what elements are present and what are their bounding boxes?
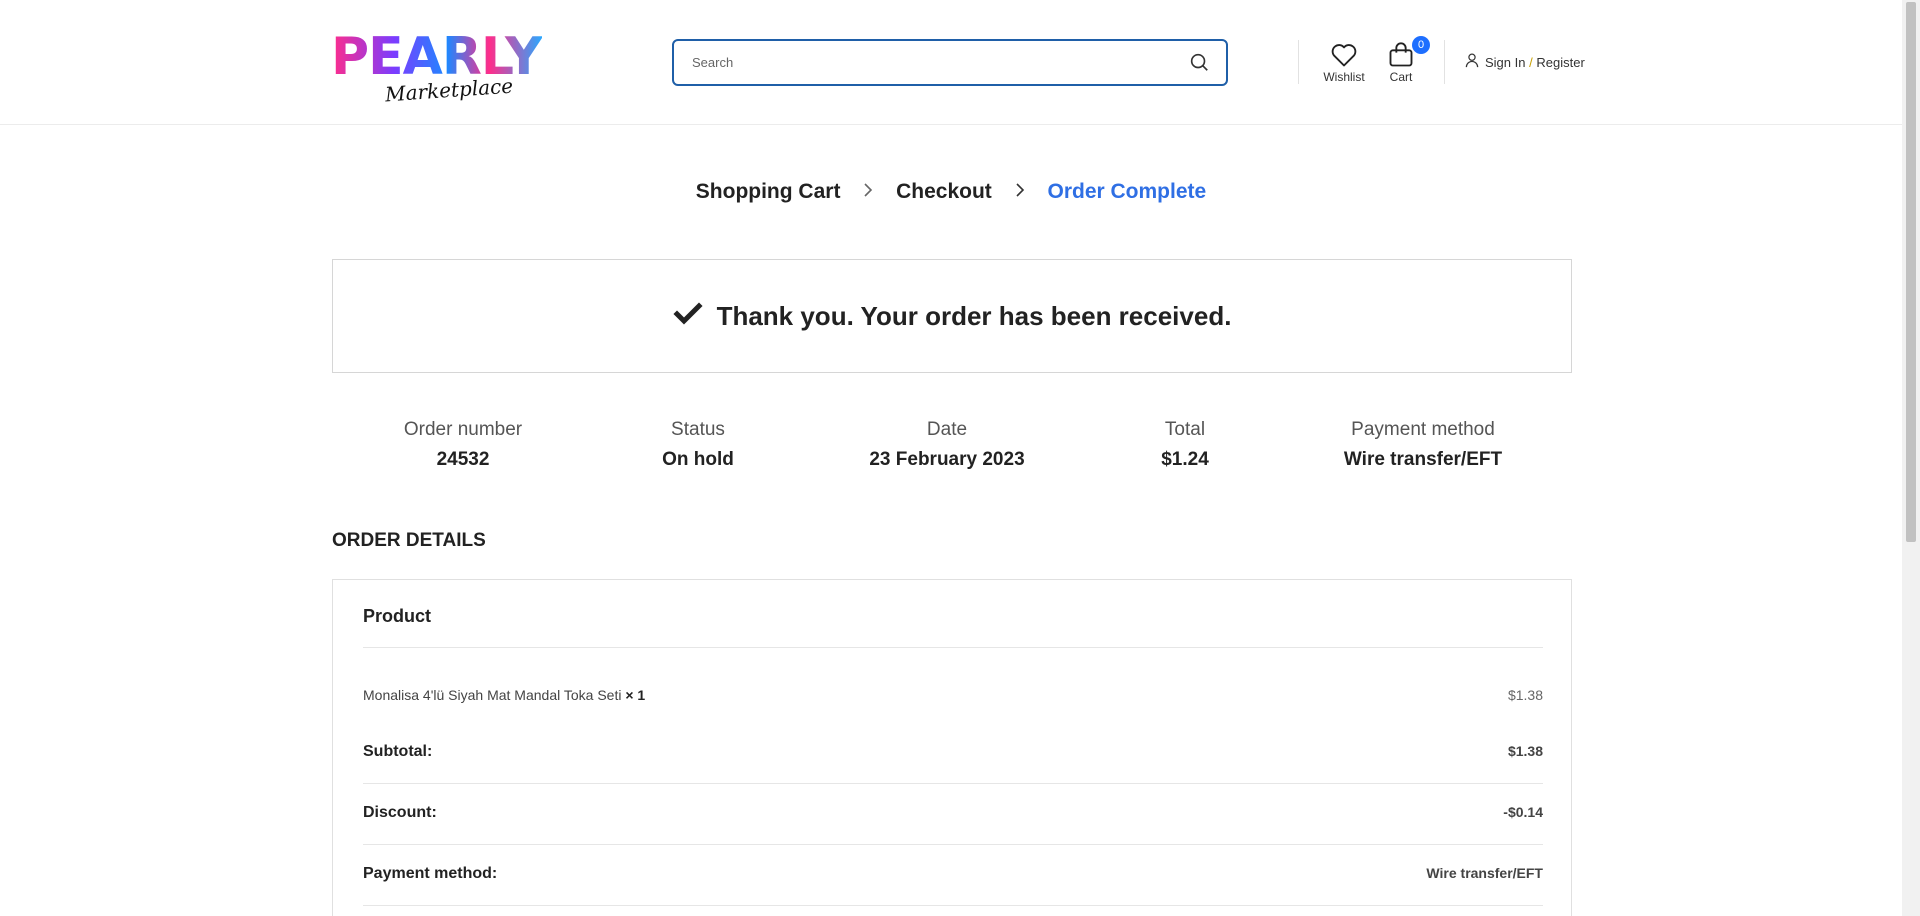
product-quantity: × 1: [625, 687, 646, 703]
chevron-right-icon: [862, 181, 874, 204]
site-header: PEARLY Marketplace Wishlist 0 Cart Sign …: [0, 0, 1902, 125]
order-summary: Order number 24532 Status On hold Date 2…: [332, 418, 1572, 478]
status-label: Status: [671, 419, 725, 440]
table-divider: [363, 844, 1543, 845]
page-scrollbar[interactable]: [1902, 0, 1920, 916]
step-checkout[interactable]: Checkout: [896, 180, 992, 204]
user-icon: [1465, 53, 1479, 71]
product-price: $1.38: [1507, 687, 1543, 703]
search-input[interactable]: [692, 41, 1162, 84]
cart-button[interactable]: 0 Cart: [1384, 36, 1430, 84]
sign-in-link[interactable]: Sign In: [1485, 55, 1525, 70]
order-received-notice: Thank you. Your order has been received.: [332, 259, 1572, 373]
order-details-table: Product Monalisa 4'lü Siyah Mat Mandal T…: [332, 579, 1572, 916]
subtotal-value: $1.38: [1507, 743, 1543, 759]
summary-order-number: Order number 24532: [404, 418, 522, 472]
status-value: On hold: [662, 449, 734, 470]
thank-you-message: Thank you. Your order has been received.: [716, 300, 1232, 331]
subtotal-label: Subtotal:: [363, 743, 433, 760]
cart-count-badge: 0: [1412, 36, 1430, 54]
header-divider: [1444, 40, 1445, 84]
register-link[interactable]: Register: [1536, 55, 1584, 70]
checkout-steps: Shopping Cart Checkout Order Complete: [0, 180, 1902, 204]
wishlist-label: Wishlist: [1323, 70, 1365, 84]
total-label: Total: [1164, 419, 1206, 440]
step-shopping-cart[interactable]: Shopping Cart: [696, 180, 841, 204]
summary-status: Status On hold: [662, 418, 734, 472]
table-divider: [363, 905, 1543, 906]
scrollbar-thumb[interactable]: [1906, 2, 1916, 542]
checkmark-icon: [673, 301, 703, 331]
date-label: Date: [926, 419, 968, 440]
payment-method-row-label: Payment method:: [363, 865, 498, 882]
table-divider: [363, 647, 1543, 648]
account-separator: /: [1529, 54, 1533, 70]
payment-method-row-value: Wire transfer/EFT: [1426, 865, 1543, 881]
summary-payment-method: Payment method Wire transfer/EFT: [1344, 418, 1502, 472]
cart-label: Cart: [1389, 70, 1413, 84]
payment-method-value: Wire transfer/EFT: [1343, 449, 1503, 470]
search-bar: [672, 39, 1228, 86]
order-number-label: Order number: [403, 419, 523, 440]
payment-method-label: Payment method: [1351, 419, 1495, 440]
order-number-value: 24532: [436, 449, 490, 470]
heart-icon: [1320, 42, 1368, 68]
account-links: Sign In / Register: [1465, 53, 1585, 71]
summary-total: Total $1.24: [1161, 418, 1209, 472]
discount-label: Discount:: [363, 804, 437, 821]
header-divider: [1298, 40, 1299, 84]
order-details-title: ORDER DETAILS: [332, 530, 486, 551]
total-value: $1.24: [1161, 449, 1209, 470]
summary-date: Date 23 February 2023: [869, 418, 1024, 472]
product-name-link[interactable]: Monalisa 4'lü Siyah Mat Mandal Toka Seti: [363, 687, 621, 703]
chevron-right-icon: [1014, 181, 1026, 204]
logo[interactable]: PEARLY Marketplace: [331, 28, 565, 106]
search-icon[interactable]: [1188, 51, 1212, 75]
date-value: 23 February 2023: [869, 449, 1025, 470]
table-divider: [363, 783, 1543, 784]
step-order-complete: Order Complete: [1047, 180, 1207, 204]
product-column-header: Product: [363, 606, 432, 626]
wishlist-button[interactable]: Wishlist: [1320, 42, 1368, 84]
discount-value: -$0.14: [1503, 804, 1543, 820]
